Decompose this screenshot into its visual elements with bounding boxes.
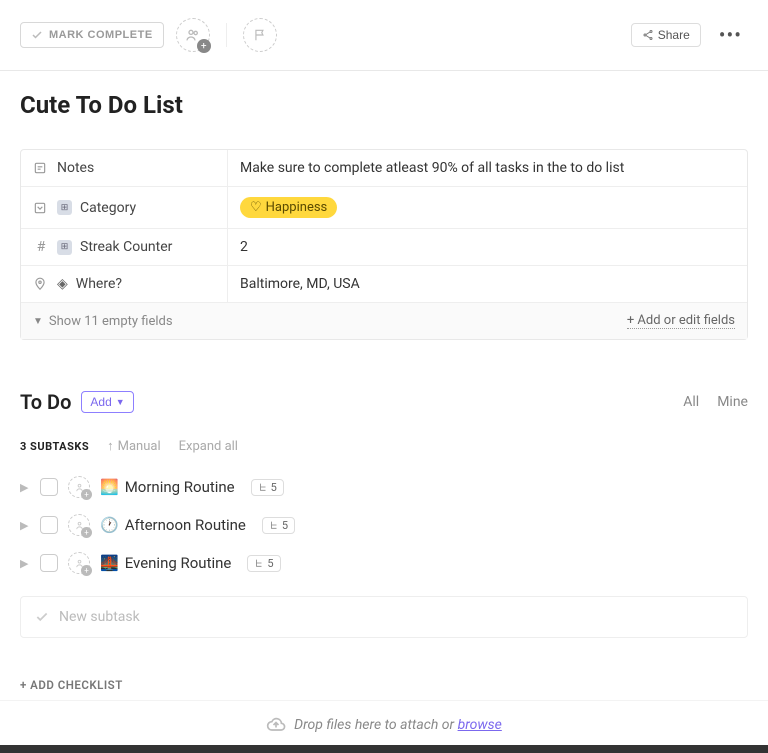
cloud-upload-icon <box>266 715 286 735</box>
subtasks-count: 3 SUBTASKS <box>20 440 89 453</box>
file-dropzone[interactable]: Drop files here to attach or browse <box>0 700 768 745</box>
notes-icon <box>33 161 49 175</box>
task-title-text: Morning Routine <box>125 478 235 496</box>
field-row-category[interactable]: ⊞ Category ♡ Happiness <box>21 187 747 229</box>
share-label: Share <box>658 28 690 42</box>
field-row-streak[interactable]: # ⊞ Streak Counter 2 <box>21 229 747 266</box>
task-title-text: Evening Routine <box>125 554 232 572</box>
sort-manual-label: Manual <box>118 439 161 454</box>
add-flag-button[interactable] <box>243 18 277 52</box>
page-title: Cute To Do List <box>20 91 748 119</box>
person-icon <box>74 520 85 531</box>
task-row[interactable]: ▶ 🕐 Afternoon Routine 5 <box>20 506 748 544</box>
field-label-where: Where? <box>76 276 122 292</box>
more-menu-button[interactable]: ••• <box>713 19 748 51</box>
task-checkbox[interactable] <box>40 478 58 496</box>
field-value-where[interactable]: Baltimore, MD, USA <box>228 266 747 302</box>
divider <box>226 23 227 47</box>
assign-button[interactable] <box>68 476 90 498</box>
dropzone-text: Drop files here to attach or <box>294 717 457 733</box>
diamond-icon: ◈ <box>57 276 68 292</box>
mark-complete-button[interactable]: MARK COMPLETE <box>20 22 164 48</box>
new-subtask-input[interactable]: New subtask <box>20 596 748 638</box>
bottom-bar <box>0 745 768 753</box>
show-empty-label: Show 11 empty fields <box>49 314 173 329</box>
person-icon <box>74 558 85 569</box>
subtask-icon <box>254 558 264 568</box>
subtask-count-text: 5 <box>271 481 277 494</box>
check-icon <box>35 610 49 624</box>
field-row-notes[interactable]: Notes Make sure to complete atleast 90% … <box>21 150 747 187</box>
mark-complete-label: MARK COMPLETE <box>49 29 153 41</box>
browse-link[interactable]: browse <box>458 717 502 733</box>
subtask-count-badge[interactable]: 5 <box>247 555 280 572</box>
flag-icon <box>253 28 267 42</box>
check-icon <box>31 29 43 41</box>
category-tag[interactable]: ♡ Happiness <box>240 197 337 218</box>
task-row[interactable]: ▶ 🌉 Evening Routine 5 <box>20 544 748 582</box>
person-icon <box>74 482 85 493</box>
chevron-right-icon[interactable]: ▶ <box>20 481 30 494</box>
dropdown-icon <box>33 201 49 215</box>
field-value-category[interactable]: ♡ Happiness <box>228 187 747 228</box>
calc-badge-icon: ⊞ <box>57 240 72 255</box>
share-icon <box>642 29 654 41</box>
subtask-icon <box>269 520 279 530</box>
task-emoji: 🌉 <box>100 554 119 572</box>
share-button[interactable]: Share <box>631 23 701 47</box>
field-row-where[interactable]: ◈ Where? Baltimore, MD, USA <box>21 266 747 303</box>
subtask-count-badge[interactable]: 5 <box>262 517 295 534</box>
section-title-todo: To Do <box>20 390 71 414</box>
field-value-notes[interactable]: Make sure to complete atleast 90% of all… <box>228 150 747 186</box>
filter-all[interactable]: All <box>683 394 699 410</box>
chevron-down-icon: ▼ <box>116 397 125 407</box>
calc-badge-icon: ⊞ <box>57 200 72 215</box>
chevron-right-icon[interactable]: ▶ <box>20 519 30 532</box>
add-checklist-button[interactable]: + ADD CHECKLIST <box>20 678 748 692</box>
filter-mine[interactable]: Mine <box>717 394 748 410</box>
subtask-count-text: 5 <box>282 519 288 532</box>
location-icon <box>33 277 49 291</box>
task-checkbox[interactable] <box>40 554 58 572</box>
task-checkbox[interactable] <box>40 516 58 534</box>
assign-button[interactable] <box>68 514 90 536</box>
new-subtask-placeholder: New subtask <box>59 609 140 625</box>
subtask-count-text: 5 <box>267 557 273 570</box>
task-row[interactable]: ▶ 🌅 Morning Routine 5 <box>20 468 748 506</box>
category-tag-text: Happiness <box>266 200 328 215</box>
chevron-right-icon[interactable]: ▶ <box>20 557 30 570</box>
properties-table: Notes Make sure to complete atleast 90% … <box>20 149 748 340</box>
task-title-text: Afternoon Routine <box>125 516 246 534</box>
task-emoji: 🌅 <box>100 478 119 496</box>
field-label-notes: Notes <box>57 160 94 176</box>
plus-badge-icon: + <box>197 39 211 53</box>
field-label-streak: Streak Counter <box>80 239 172 255</box>
sort-manual-button[interactable]: ↑ Manual <box>107 438 161 454</box>
subtask-count-badge[interactable]: 5 <box>251 479 284 496</box>
add-label: Add <box>90 395 111 409</box>
add-task-button[interactable]: Add ▼ <box>81 391 133 413</box>
add-assignee-button[interactable]: + <box>176 18 210 52</box>
field-label-category: Category <box>80 200 136 216</box>
arrow-up-icon: ↑ <box>107 438 114 454</box>
subtask-icon <box>258 482 268 492</box>
expand-all-button[interactable]: Expand all <box>179 439 238 454</box>
chevron-down-icon: ▼ <box>33 316 43 327</box>
task-emoji: 🕐 <box>100 516 119 534</box>
show-empty-fields-button[interactable]: ▼ Show 11 empty fields <box>33 314 173 329</box>
assign-button[interactable] <box>68 552 90 574</box>
field-value-streak[interactable]: 2 <box>228 229 747 265</box>
hash-icon: # <box>33 239 49 255</box>
heart-icon: ♡ <box>250 200 262 215</box>
add-edit-fields-button[interactable]: + Add or edit fields <box>627 313 735 329</box>
